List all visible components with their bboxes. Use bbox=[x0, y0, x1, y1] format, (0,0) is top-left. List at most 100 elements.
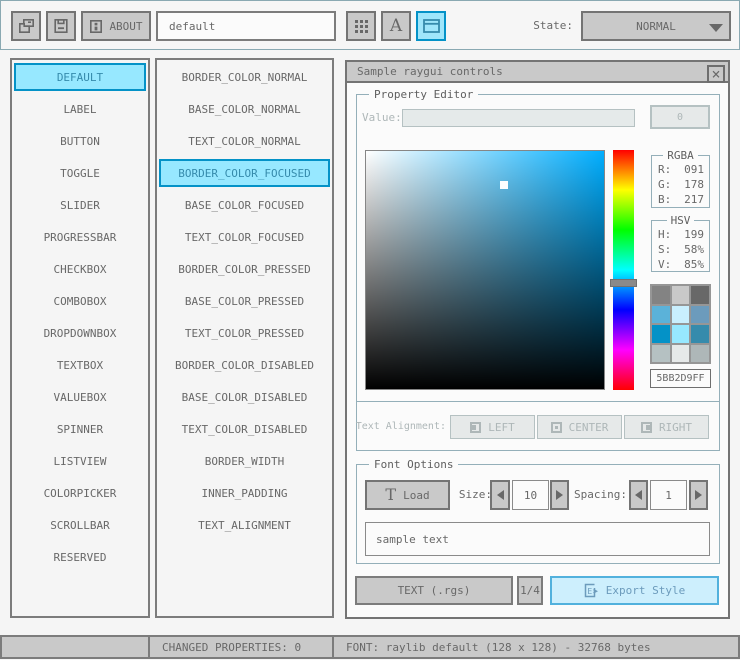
sample-text: sample text bbox=[376, 532, 449, 546]
list-item-valuebox[interactable]: VALUEBOX bbox=[14, 383, 146, 411]
list-item-dropdownbox[interactable]: DROPDOWNBOX bbox=[14, 319, 146, 347]
color-panel[interactable] bbox=[365, 150, 605, 390]
sample-text-box[interactable]: sample text bbox=[365, 522, 710, 556]
list-item-text-color-pressed[interactable]: TEXT_COLOR_PRESSED bbox=[159, 319, 330, 347]
properties-listview: BORDER_COLOR_NORMAL BASE_COLOR_NORMAL TE… bbox=[155, 58, 334, 618]
palette-cell[interactable] bbox=[691, 325, 709, 343]
align-left-button[interactable]: LEFT bbox=[450, 415, 535, 439]
about-button[interactable]: ABOUT bbox=[81, 11, 151, 41]
hue-bar[interactable] bbox=[613, 150, 634, 390]
window-title: Sample raygui controls bbox=[357, 65, 503, 78]
view-style-table-toggle[interactable] bbox=[346, 11, 376, 41]
list-item-base-color-disabled[interactable]: BASE_COLOR_DISABLED bbox=[159, 383, 330, 411]
style-name-input[interactable]: default bbox=[156, 11, 336, 41]
list-item-toggle[interactable]: TOGGLE bbox=[14, 159, 146, 187]
palette-cell[interactable] bbox=[652, 344, 670, 362]
palette-cell[interactable] bbox=[671, 325, 690, 343]
list-item-textbox[interactable]: TEXTBOX bbox=[14, 351, 146, 379]
r-label: R: bbox=[658, 162, 672, 176]
style-color-grid[interactable] bbox=[650, 284, 711, 364]
value-apply-button[interactable]: 0 bbox=[650, 105, 710, 129]
save-style-button[interactable] bbox=[46, 11, 76, 41]
list-item-text-alignment[interactable]: TEXT_ALIGNMENT bbox=[159, 511, 330, 539]
open-style-button[interactable] bbox=[11, 11, 41, 41]
list-item-border-color-pressed[interactable]: BORDER_COLOR_PRESSED bbox=[159, 255, 330, 283]
spacing-increment-button[interactable] bbox=[689, 480, 708, 510]
export-style-button[interactable]: E Export Style bbox=[550, 576, 719, 605]
value-input[interactable] bbox=[402, 109, 635, 127]
window-close-button[interactable]: × bbox=[707, 65, 725, 83]
list-item-border-color-disabled[interactable]: BORDER_COLOR_DISABLED bbox=[159, 351, 330, 379]
rgba-groupbox: RGBA R: 091 G: 178 B: 217 bbox=[651, 149, 710, 208]
list-item-default[interactable]: DEFAULT bbox=[14, 63, 146, 91]
list-item-text-color-disabled[interactable]: TEXT_COLOR_DISABLED bbox=[159, 415, 330, 443]
r-value: 091 bbox=[684, 162, 704, 176]
list-item-colorpicker[interactable]: COLORPICKER bbox=[14, 479, 146, 507]
list-item-slider[interactable]: SLIDER bbox=[14, 191, 146, 219]
list-item-border-color-focused[interactable]: BORDER_COLOR_FOCUSED bbox=[159, 159, 330, 187]
palette-cell[interactable] bbox=[652, 325, 670, 343]
palette-cell[interactable] bbox=[671, 286, 690, 304]
align-center-button[interactable]: CENTER bbox=[537, 415, 622, 439]
list-item-border-width[interactable]: BORDER_WIDTH bbox=[159, 447, 330, 475]
list-item-text-color-focused[interactable]: TEXT_COLOR_FOCUSED bbox=[159, 223, 330, 251]
spacing-decrement-button[interactable] bbox=[629, 480, 648, 510]
align-right-button[interactable]: RIGHT bbox=[624, 415, 709, 439]
list-item-text-color-normal[interactable]: TEXT_COLOR_NORMAL bbox=[159, 127, 330, 155]
view-controls-toggle[interactable] bbox=[416, 11, 446, 41]
size-decrement-button[interactable] bbox=[490, 480, 510, 510]
palette-cell[interactable] bbox=[691, 286, 709, 304]
view-font-toggle[interactable]: A bbox=[381, 11, 411, 41]
list-item-border-color-normal[interactable]: BORDER_COLOR_NORMAL bbox=[159, 63, 330, 91]
text-alignment-label: Text Alignment: bbox=[355, 421, 446, 432]
palette-cell[interactable] bbox=[652, 286, 670, 304]
palette-cell[interactable] bbox=[652, 305, 670, 323]
s-value: 58% bbox=[684, 242, 704, 256]
saturation-value-gradient bbox=[366, 151, 604, 389]
list-item-checkbox[interactable]: CHECKBOX bbox=[14, 255, 146, 283]
statusbar-font-info: FONT: raylib default (128 x 128) - 32768… bbox=[332, 635, 740, 659]
hex-value: 5BB2D9FF bbox=[656, 373, 705, 384]
list-item-spinner[interactable]: SPINNER bbox=[14, 415, 146, 443]
svg-text:E: E bbox=[587, 587, 592, 596]
state-dropdown[interactable]: NORMAL bbox=[581, 11, 731, 41]
b-value: 217 bbox=[684, 192, 704, 206]
page-indicator-button[interactable]: 1/4 bbox=[517, 576, 543, 605]
list-item-label[interactable]: LABEL bbox=[14, 95, 146, 123]
list-item-scrollbar[interactable]: SCROLLBAR bbox=[14, 511, 146, 539]
g-label: G: bbox=[658, 177, 672, 191]
list-item-progressbar[interactable]: PROGRESSBAR bbox=[14, 223, 146, 251]
list-item-listview[interactable]: LISTVIEW bbox=[14, 447, 146, 475]
align-center-label: CENTER bbox=[568, 420, 609, 434]
export-format-label: TEXT (.rgs) bbox=[397, 584, 471, 597]
v-value: 85% bbox=[684, 257, 704, 271]
list-item-base-color-pressed[interactable]: BASE_COLOR_PRESSED bbox=[159, 287, 330, 315]
arrow-left-icon bbox=[635, 490, 642, 500]
changed-properties-text: CHANGED PROPERTIES: 0 bbox=[162, 640, 302, 654]
size-value-box[interactable]: 10 bbox=[512, 480, 549, 510]
export-format-button[interactable]: TEXT (.rgs) bbox=[355, 576, 513, 605]
load-font-label: Load bbox=[403, 488, 430, 502]
color-cursor[interactable] bbox=[500, 181, 508, 189]
hue-slider-handle[interactable] bbox=[610, 279, 637, 287]
list-item-combobox[interactable]: COMBOBOX bbox=[14, 287, 146, 315]
list-item-base-color-normal[interactable]: BASE_COLOR_NORMAL bbox=[159, 95, 330, 123]
font-options-title: Font Options bbox=[369, 458, 459, 471]
list-item-button[interactable]: BUTTON bbox=[14, 127, 146, 155]
font-a-icon: A bbox=[389, 16, 403, 36]
separator-line bbox=[356, 401, 720, 402]
font-info-text: FONT: raylib default (128 x 128) - 32768… bbox=[346, 640, 651, 654]
hex-value-box[interactable]: 5BB2D9FF bbox=[650, 369, 711, 388]
palette-cell[interactable] bbox=[691, 305, 709, 323]
palette-cell[interactable] bbox=[691, 344, 709, 362]
palette-cell[interactable] bbox=[671, 305, 690, 323]
list-item-base-color-focused[interactable]: BASE_COLOR_FOCUSED bbox=[159, 191, 330, 219]
list-item-inner-padding[interactable]: INNER_PADDING bbox=[159, 479, 330, 507]
spacing-value-box[interactable]: 1 bbox=[650, 480, 687, 510]
size-label: Size: bbox=[458, 488, 492, 501]
page-indicator-label: 1/4 bbox=[520, 584, 540, 597]
list-item-reserved[interactable]: RESERVED bbox=[14, 543, 146, 571]
palette-cell[interactable] bbox=[671, 344, 690, 362]
export-style-label: Export Style bbox=[605, 584, 686, 597]
align-center-icon bbox=[550, 421, 562, 433]
